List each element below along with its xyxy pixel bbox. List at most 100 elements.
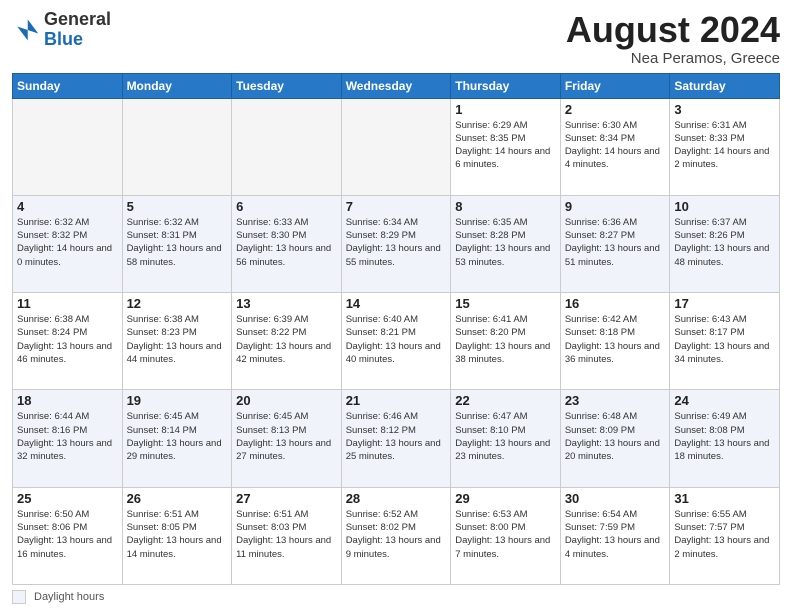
day-number: 9 <box>565 199 666 214</box>
day-number: 2 <box>565 102 666 117</box>
day-cell: 9 Sunrise: 6:36 AM Sunset: 8:27 PM Daylig… <box>560 195 670 292</box>
week-row-1: 1Sunrise: 6:29 AM Sunset: 8:35 PM Daylig… <box>13 98 780 195</box>
day-cell: 28 Sunrise: 6:52 AM Sunset: 8:02 PM Dayli… <box>341 487 451 584</box>
day-info: Sunrise: 6:42 AM Sunset: 8:18 PM Dayligh… <box>565 313 666 366</box>
day-number: 23 <box>565 393 666 408</box>
day-info: Sunrise: 6:31 AM Sunset: 8:33 PM Dayligh… <box>674 119 775 172</box>
day-info: Sunrise: 6:37 AM Sunset: 8:26 PM Dayligh… <box>674 216 775 269</box>
col-header-sunday: Sunday <box>13 73 123 98</box>
day-cell: 26Sunrise: 6:51 AM Sunset: 8:05 PM Dayli… <box>122 487 232 584</box>
week-row-5: 25Sunrise: 6:50 AM Sunset: 8:06 PM Dayli… <box>13 487 780 584</box>
day-cell: 13 Sunrise: 6:39 AM Sunset: 8:22 PM Dayli… <box>232 293 342 390</box>
day-info: Sunrise: 6:38 AM Sunset: 8:23 PM Dayligh… <box>127 313 228 366</box>
logo-general-text: General <box>44 9 111 29</box>
day-info: Sunrise: 6:30 AM Sunset: 8:34 PM Dayligh… <box>565 119 666 172</box>
day-info: Sunrise: 6:40 AM Sunset: 8:21 PM Dayligh… <box>346 313 447 366</box>
day-number: 20 <box>236 393 337 408</box>
day-number: 12 <box>127 296 228 311</box>
day-info: Sunrise: 6:45 AM Sunset: 8:14 PM Dayligh… <box>127 410 228 463</box>
day-cell: 10Sunrise: 6:37 AM Sunset: 8:26 PM Dayli… <box>670 195 780 292</box>
col-header-saturday: Saturday <box>670 73 780 98</box>
day-number: 7 <box>346 199 447 214</box>
week-row-4: 18Sunrise: 6:44 AM Sunset: 8:16 PM Dayli… <box>13 390 780 487</box>
day-cell: 25Sunrise: 6:50 AM Sunset: 8:06 PM Dayli… <box>13 487 123 584</box>
legend-box <box>12 590 26 604</box>
day-number: 8 <box>455 199 556 214</box>
day-info: Sunrise: 6:41 AM Sunset: 8:20 PM Dayligh… <box>455 313 556 366</box>
day-info: Sunrise: 6:47 AM Sunset: 8:10 PM Dayligh… <box>455 410 556 463</box>
day-number: 24 <box>674 393 775 408</box>
day-number: 17 <box>674 296 775 311</box>
day-info: Sunrise: 6:39 AM Sunset: 8:22 PM Dayligh… <box>236 313 337 366</box>
day-cell: 16 Sunrise: 6:42 AM Sunset: 8:18 PM Dayli… <box>560 293 670 390</box>
legend: Daylight hours <box>12 590 780 604</box>
day-cell: 6 Sunrise: 6:33 AM Sunset: 8:30 PM Daylig… <box>232 195 342 292</box>
main-title: August 2024 <box>566 10 780 50</box>
day-cell: 7 Sunrise: 6:34 AM Sunset: 8:29 PM Daylig… <box>341 195 451 292</box>
day-info: Sunrise: 6:36 AM Sunset: 8:27 PM Dayligh… <box>565 216 666 269</box>
day-number: 28 <box>346 491 447 506</box>
day-info: Sunrise: 6:44 AM Sunset: 8:16 PM Dayligh… <box>17 410 118 463</box>
day-cell: 20 Sunrise: 6:45 AM Sunset: 8:13 PM Dayli… <box>232 390 342 487</box>
logo-icon <box>12 16 40 44</box>
day-number: 13 <box>236 296 337 311</box>
day-cell: 18Sunrise: 6:44 AM Sunset: 8:16 PM Dayli… <box>13 390 123 487</box>
week-row-2: 4Sunrise: 6:32 AM Sunset: 8:32 PM Daylig… <box>13 195 780 292</box>
day-info: Sunrise: 6:45 AM Sunset: 8:13 PM Dayligh… <box>236 410 337 463</box>
day-info: Sunrise: 6:49 AM Sunset: 8:08 PM Dayligh… <box>674 410 775 463</box>
day-cell: 31 Sunrise: 6:55 AM Sunset: 7:57 PM Dayli… <box>670 487 780 584</box>
day-number: 27 <box>236 491 337 506</box>
col-header-thursday: Thursday <box>451 73 561 98</box>
day-info: Sunrise: 6:38 AM Sunset: 8:24 PM Dayligh… <box>17 313 118 366</box>
day-cell: 1Sunrise: 6:29 AM Sunset: 8:35 PM Daylig… <box>451 98 561 195</box>
day-number: 11 <box>17 296 118 311</box>
day-info: Sunrise: 6:55 AM Sunset: 7:57 PM Dayligh… <box>674 508 775 561</box>
day-number: 15 <box>455 296 556 311</box>
day-cell: 12 Sunrise: 6:38 AM Sunset: 8:23 PM Dayli… <box>122 293 232 390</box>
day-cell: 14 Sunrise: 6:40 AM Sunset: 8:21 PM Dayli… <box>341 293 451 390</box>
logo-text: General Blue <box>44 10 111 50</box>
day-cell <box>13 98 123 195</box>
day-info: Sunrise: 6:48 AM Sunset: 8:09 PM Dayligh… <box>565 410 666 463</box>
day-info: Sunrise: 6:43 AM Sunset: 8:17 PM Dayligh… <box>674 313 775 366</box>
day-number: 16 <box>565 296 666 311</box>
day-cell: 21Sunrise: 6:46 AM Sunset: 8:12 PM Dayli… <box>341 390 451 487</box>
day-number: 6 <box>236 199 337 214</box>
day-info: Sunrise: 6:34 AM Sunset: 8:29 PM Dayligh… <box>346 216 447 269</box>
day-cell: 2 Sunrise: 6:30 AM Sunset: 8:34 PM Daylig… <box>560 98 670 195</box>
day-number: 31 <box>674 491 775 506</box>
day-number: 25 <box>17 491 118 506</box>
day-cell: 3 Sunrise: 6:31 AM Sunset: 8:33 PM Daylig… <box>670 98 780 195</box>
header: General Blue August 2024 Nea Peramos, Gr… <box>12 10 780 67</box>
col-header-tuesday: Tuesday <box>232 73 342 98</box>
day-info: Sunrise: 6:52 AM Sunset: 8:02 PM Dayligh… <box>346 508 447 561</box>
day-number: 30 <box>565 491 666 506</box>
day-number: 3 <box>674 102 775 117</box>
day-number: 22 <box>455 393 556 408</box>
logo-blue-text: Blue <box>44 29 83 49</box>
calendar-header-row: SundayMondayTuesdayWednesdayThursdayFrid… <box>13 73 780 98</box>
page: General Blue August 2024 Nea Peramos, Gr… <box>0 0 792 612</box>
day-info: Sunrise: 6:33 AM Sunset: 8:30 PM Dayligh… <box>236 216 337 269</box>
day-cell: 11 Sunrise: 6:38 AM Sunset: 8:24 PM Dayli… <box>13 293 123 390</box>
day-cell: 5Sunrise: 6:32 AM Sunset: 8:31 PM Daylig… <box>122 195 232 292</box>
day-number: 14 <box>346 296 447 311</box>
day-cell: 27 Sunrise: 6:51 AM Sunset: 8:03 PM Dayli… <box>232 487 342 584</box>
day-number: 19 <box>127 393 228 408</box>
day-cell: 30Sunrise: 6:54 AM Sunset: 7:59 PM Dayli… <box>560 487 670 584</box>
day-cell <box>232 98 342 195</box>
day-cell: 4Sunrise: 6:32 AM Sunset: 8:32 PM Daylig… <box>13 195 123 292</box>
day-info: Sunrise: 6:46 AM Sunset: 8:12 PM Dayligh… <box>346 410 447 463</box>
day-cell <box>341 98 451 195</box>
calendar-table: SundayMondayTuesdayWednesdayThursdayFrid… <box>12 73 780 585</box>
day-cell: 8Sunrise: 6:35 AM Sunset: 8:28 PM Daylig… <box>451 195 561 292</box>
day-cell: 29Sunrise: 6:53 AM Sunset: 8:00 PM Dayli… <box>451 487 561 584</box>
day-info: Sunrise: 6:51 AM Sunset: 8:03 PM Dayligh… <box>236 508 337 561</box>
day-number: 29 <box>455 491 556 506</box>
day-number: 1 <box>455 102 556 117</box>
legend-label: Daylight hours <box>34 591 104 603</box>
week-row-3: 11 Sunrise: 6:38 AM Sunset: 8:24 PM Dayli… <box>13 293 780 390</box>
day-info: Sunrise: 6:51 AM Sunset: 8:05 PM Dayligh… <box>127 508 228 561</box>
day-cell: 22 Sunrise: 6:47 AM Sunset: 8:10 PM Dayli… <box>451 390 561 487</box>
day-cell: 17 Sunrise: 6:43 AM Sunset: 8:17 PM Dayli… <box>670 293 780 390</box>
